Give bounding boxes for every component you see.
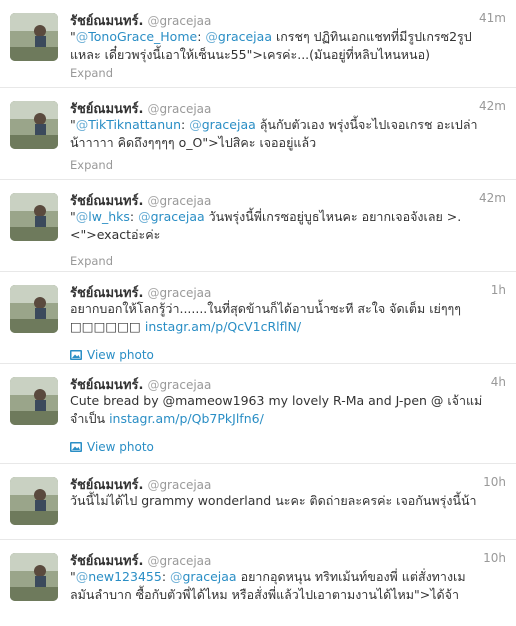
tweet-timestamp[interactable]: 10h	[483, 475, 506, 489]
tweet-timestamp[interactable]: 42m	[479, 191, 506, 205]
mention-link[interactable]: @gracejaa	[189, 117, 256, 132]
mention-link[interactable]: @TonoGrace_Home	[76, 29, 197, 44]
mention-link[interactable]: @TikTiknattanun	[76, 117, 181, 132]
tweet-text: "@new123455: @gracejaa อยากอุดหนุน ทริทเ…	[70, 569, 466, 602]
view-photo-link[interactable]: View photo	[70, 348, 154, 362]
user-screen-name[interactable]: @gracejaa	[147, 286, 211, 300]
view-photo-label: View photo	[87, 440, 154, 454]
tweet-header: รัชย์ณมนทร์. @gracejaa 1h	[70, 282, 506, 301]
tweet-item[interactable]: รัชย์ณมนทร์. @gracejaa 10h "@new123455: @…	[0, 540, 516, 626]
mention-link[interactable]: @gracejaa	[205, 29, 272, 44]
avatar[interactable]	[10, 477, 58, 525]
tweet-item[interactable]: รัชย์ณมนทร์. @gracejaa 10h วันนี้ไม่ได้ไป…	[0, 464, 516, 540]
instagram-link[interactable]: instagr.am/p/Qb7PkJlfn6/	[109, 411, 264, 426]
expand-link[interactable]: Expand	[70, 158, 113, 172]
tweet-header: รัชย์ณมนทร์. @gracejaa 42m	[70, 190, 506, 209]
user-screen-name[interactable]: @gracejaa	[147, 194, 211, 208]
instagram-link[interactable]: instagr.am/p/QcV1cRlflN/	[145, 319, 301, 334]
tweet-text: "@TonoGrace_Home: @gracejaa เกรชๆ ปฏิทิน…	[70, 29, 472, 62]
user-fullname[interactable]: รัชย์ณมนทร์.	[70, 478, 143, 493]
tweet-text: "@lw_hks: @gracejaa วันพรุ่งนี้พี่เกรซอย…	[70, 209, 462, 242]
tweet-header: รัชย์ณมนทร์. @gracejaa 4h	[70, 374, 506, 393]
tweet-text: อยากบอกให้โลกรู้ว่า.......ในที่สุดข้านก็…	[70, 301, 461, 334]
user-screen-name[interactable]: @gracejaa	[147, 14, 211, 28]
user-fullname[interactable]: รัชย์ณมนทร์.	[70, 102, 143, 117]
tweet-header: รัชย์ณมนทร์. @gracejaa 10h	[70, 474, 506, 493]
avatar[interactable]	[10, 13, 58, 61]
tweet-timestamp[interactable]: 4h	[491, 375, 506, 389]
tweet-header: รัชย์ณมนทร์. @gracejaa 41m	[70, 10, 506, 29]
avatar[interactable]	[10, 193, 58, 241]
view-photo-link[interactable]: View photo	[70, 440, 154, 454]
avatar[interactable]	[10, 553, 58, 601]
user-fullname[interactable]: รัชย์ณมนทร์.	[70, 378, 143, 393]
tweet-item[interactable]: รัชย์ณมนทร์. @gracejaa 42m "@lw_hks: @gra…	[0, 180, 516, 272]
expand-link[interactable]: Expand	[70, 66, 113, 80]
tweet-text: วันนี้ไม่ได้ไป grammy wonderland นะคะ ติ…	[70, 493, 477, 508]
photo-icon	[70, 442, 82, 452]
user-fullname[interactable]: รัชย์ณมนทร์.	[70, 554, 143, 569]
view-photo-label: View photo	[87, 348, 154, 362]
tweet-text: "@TikTiknattanun: @gracejaa ลุ้นกับตัวเอ…	[70, 117, 478, 150]
tweet-timeline: รัชย์ณมนทร์. @gracejaa 41m "@TonoGrace_Ho…	[0, 0, 516, 626]
avatar[interactable]	[10, 285, 58, 333]
user-fullname[interactable]: รัชย์ณมนทร์.	[70, 194, 143, 209]
tweet-timestamp[interactable]: 10h	[483, 551, 506, 565]
photo-icon	[70, 350, 82, 360]
user-screen-name[interactable]: @gracejaa	[147, 378, 211, 392]
tweet-header: รัชย์ณมนทร์. @gracejaa 42m	[70, 98, 506, 117]
user-screen-name[interactable]: @gracejaa	[147, 554, 211, 568]
mention-link[interactable]: @gracejaa	[138, 209, 205, 224]
tweet-item[interactable]: รัชย์ณมนทร์. @gracejaa 41m "@TonoGrace_Ho…	[0, 0, 516, 88]
tweet-timestamp[interactable]: 42m	[479, 99, 506, 113]
tweet-item[interactable]: รัชย์ณมนทร์. @gracejaa 1h อยากบอกให้โลกรู…	[0, 272, 516, 364]
tweet-header: รัชย์ณมนทร์. @gracejaa 10h	[70, 550, 506, 569]
tweet-item[interactable]: รัชย์ณมนทร์. @gracejaa 4h Cute bread by @…	[0, 364, 516, 464]
tweet-text: Cute bread by @mameow1963 my lovely R-Ma…	[70, 393, 483, 426]
user-screen-name[interactable]: @gracejaa	[147, 102, 211, 116]
tweet-timestamp[interactable]: 1h	[491, 283, 506, 297]
mention-link[interactable]: @gracejaa	[170, 569, 237, 584]
tweet-item[interactable]: รัชย์ณมนทร์. @gracejaa 42m "@TikTiknattan…	[0, 88, 516, 180]
expand-link[interactable]: Expand	[70, 254, 113, 268]
user-screen-name[interactable]: @gracejaa	[147, 478, 211, 492]
avatar[interactable]	[10, 377, 58, 425]
user-fullname[interactable]: รัชย์ณมนทร์.	[70, 286, 143, 301]
user-fullname[interactable]: รัชย์ณมนทร์.	[70, 14, 143, 29]
mention-link[interactable]: @new123455	[76, 569, 162, 584]
tweet-timestamp[interactable]: 41m	[479, 11, 506, 25]
mention-link[interactable]: @lw_hks	[76, 209, 130, 224]
avatar[interactable]	[10, 101, 58, 149]
